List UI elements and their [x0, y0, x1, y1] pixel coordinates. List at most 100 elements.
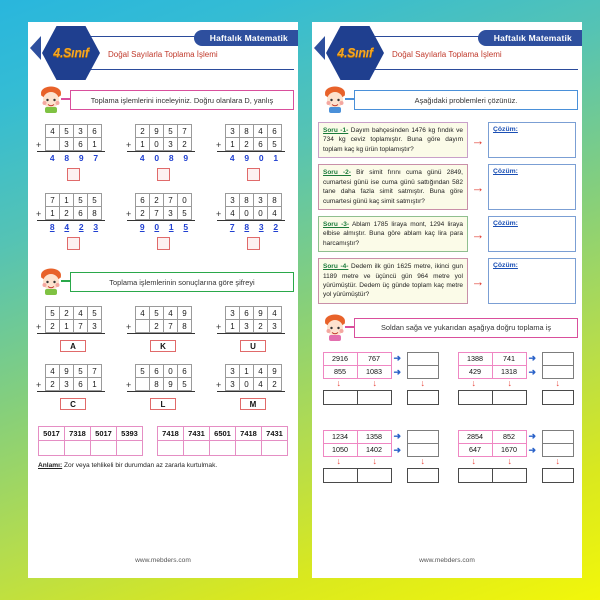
sum-answer-cell[interactable]	[406, 467, 439, 483]
arrow-right-icon: →	[471, 226, 485, 242]
sum-answer-cell[interactable]	[491, 389, 527, 405]
answer-label: Çözüm:	[493, 219, 518, 227]
digit-cell: 2	[59, 306, 74, 320]
instruction-text-2-right: Soldan sağa ve yukarıdan aşağıya doğru t…	[354, 317, 578, 338]
digit-cell: 6	[149, 364, 164, 378]
column-sum-cells	[457, 389, 527, 405]
sum-answer-cell[interactable]	[356, 389, 392, 405]
arrow-right-icon: →	[471, 132, 485, 148]
square-cell: 429	[457, 364, 493, 379]
addition-row-1: 4 5 3 6 3 6 1 + 4 8 9 7 2 9 5 7 1 0 3 2 …	[28, 124, 298, 181]
decoder-answer-cell[interactable]	[183, 440, 210, 456]
square-cell: 647	[457, 442, 493, 457]
sum-answer-cell[interactable]	[457, 389, 493, 405]
sum-answer-cell[interactable]	[541, 467, 574, 483]
answer-digit: 9	[78, 153, 84, 163]
grade-badge: 4.Sınıf	[326, 26, 384, 80]
decoder-answer-cell[interactable]	[261, 440, 288, 456]
sum-answer-cell[interactable]	[406, 442, 439, 457]
sum-answer-cell[interactable]	[322, 467, 358, 483]
footer-left: www.mebders.com	[135, 557, 191, 564]
sum-answer-cell[interactable]	[322, 389, 358, 405]
answer-box[interactable]: Çözüm:	[488, 215, 576, 253]
digit-cell: 7	[45, 193, 60, 207]
digit-cell: 6	[73, 137, 88, 151]
decoder-answer-cell[interactable]	[157, 440, 184, 456]
sum-rule	[37, 391, 105, 392]
total-sum-cell	[406, 389, 439, 405]
digit-cell	[45, 137, 60, 151]
sum-answer-cell[interactable]	[541, 442, 574, 457]
cipher-problem: 3 6 9 4 1 3 2 3 + U	[215, 306, 291, 352]
sum-answer-cell[interactable]	[541, 351, 574, 366]
instruction-row-1-right: Aşağıdaki problemleri çözünüz.	[312, 86, 582, 116]
sum-answer-cell[interactable]	[491, 467, 527, 483]
decoder-answer-cell[interactable]	[64, 440, 91, 456]
sum-answer-cell[interactable]	[457, 467, 493, 483]
square-cell: 741	[491, 351, 527, 366]
decoder-answer-cell[interactable]	[38, 440, 65, 456]
true-false-checkbox[interactable]	[156, 168, 170, 181]
decoder-answer-cell[interactable]	[90, 440, 117, 456]
square-values: 1234 1358 1050 1402	[322, 429, 392, 457]
grade-badge-label: 4.Sınıf	[53, 46, 89, 60]
digit-cell: 4	[253, 377, 268, 391]
digit-cell: 1	[135, 137, 150, 151]
question-text-box: Soru -2- Bir simit fırını cuma günü 2849…	[318, 164, 468, 210]
row-sum-cells	[541, 429, 574, 457]
sum-answer-cell[interactable]	[541, 429, 574, 444]
answer-digit: 0	[258, 153, 264, 163]
header-arrow-icon	[30, 36, 41, 60]
digit-cell: 6	[253, 137, 268, 151]
plus-icon: +	[126, 380, 132, 390]
child-mascot-icon	[41, 86, 61, 113]
cipher-letter: M	[240, 398, 266, 410]
square-cell: 1358	[356, 429, 392, 444]
sum-answer-cell[interactable]	[406, 364, 439, 379]
true-false-checkbox[interactable]	[66, 168, 80, 181]
true-false-checkbox[interactable]	[246, 237, 260, 250]
answer-box[interactable]: Çözüm:	[488, 122, 576, 159]
sum-answer-cell[interactable]	[356, 467, 392, 483]
sum-answer-cell[interactable]	[541, 389, 574, 405]
digit-cell: 2	[239, 137, 254, 151]
sum-answer-cell[interactable]	[406, 389, 439, 405]
square-cell: 2916	[322, 351, 358, 366]
digit-cell: 3	[163, 137, 178, 151]
page-header-left: Haftalık Matematik 4.Sınıf Doğal Sayılar…	[28, 22, 298, 84]
digit-cell: 1	[45, 206, 60, 220]
cipher-problem: 4 9 5 7 2 3 6 1 + C	[35, 364, 111, 410]
sum-answer-cell[interactable]	[541, 364, 574, 379]
arrow-right-icon: ➜	[528, 366, 537, 377]
digit-cell: 3	[163, 206, 178, 220]
addition-row-2: 7 1 5 5 1 2 6 8 + 8 4 2 3 6 2 7 0 2 7 3 …	[28, 193, 298, 250]
decoder-answer-cell[interactable]	[209, 440, 236, 456]
digit-cell: 8	[239, 124, 254, 138]
addition-digits: 4 9 5 7 2 3 6 1	[45, 364, 102, 391]
header-arrow-icon	[314, 36, 325, 60]
decoder-answer-cell[interactable]	[116, 440, 143, 456]
answer-box[interactable]: Çözüm:	[488, 258, 576, 304]
digit-cell: 6	[267, 124, 282, 138]
magic-square: 2916 767 855 1083 ➜ ➜ ↓ ↓ ↓	[321, 351, 439, 408]
cipher-problem: 3 1 4 9 3 0 4 2 + M	[215, 364, 291, 410]
true-false-checkbox[interactable]	[246, 168, 260, 181]
true-false-checkbox[interactable]	[66, 237, 80, 250]
digit-cell: 3	[267, 319, 282, 333]
digit-cell: 5	[177, 206, 192, 220]
square-cell: 852	[491, 429, 527, 444]
cipher-problem: 5 2 4 5 2 1 7 3 + A	[35, 306, 111, 352]
answer-box[interactable]: Çözüm:	[488, 164, 576, 210]
plus-icon: +	[216, 322, 222, 332]
digit-cell: 1	[59, 319, 74, 333]
square-values: 1388 741 429 1318	[457, 351, 527, 379]
digit-cell: 9	[149, 124, 164, 138]
sum-answer-cell[interactable]	[406, 351, 439, 366]
grade-badge-label: 4.Sınıf	[337, 46, 373, 60]
subject-title: Doğal Sayılarla Toplama İşlemi	[392, 50, 502, 59]
plus-icon: +	[216, 209, 222, 219]
true-false-checkbox[interactable]	[156, 237, 170, 250]
digit-cell: 2	[45, 377, 60, 391]
decoder-answer-cell[interactable]	[235, 440, 262, 456]
sum-answer-cell[interactable]	[406, 429, 439, 444]
